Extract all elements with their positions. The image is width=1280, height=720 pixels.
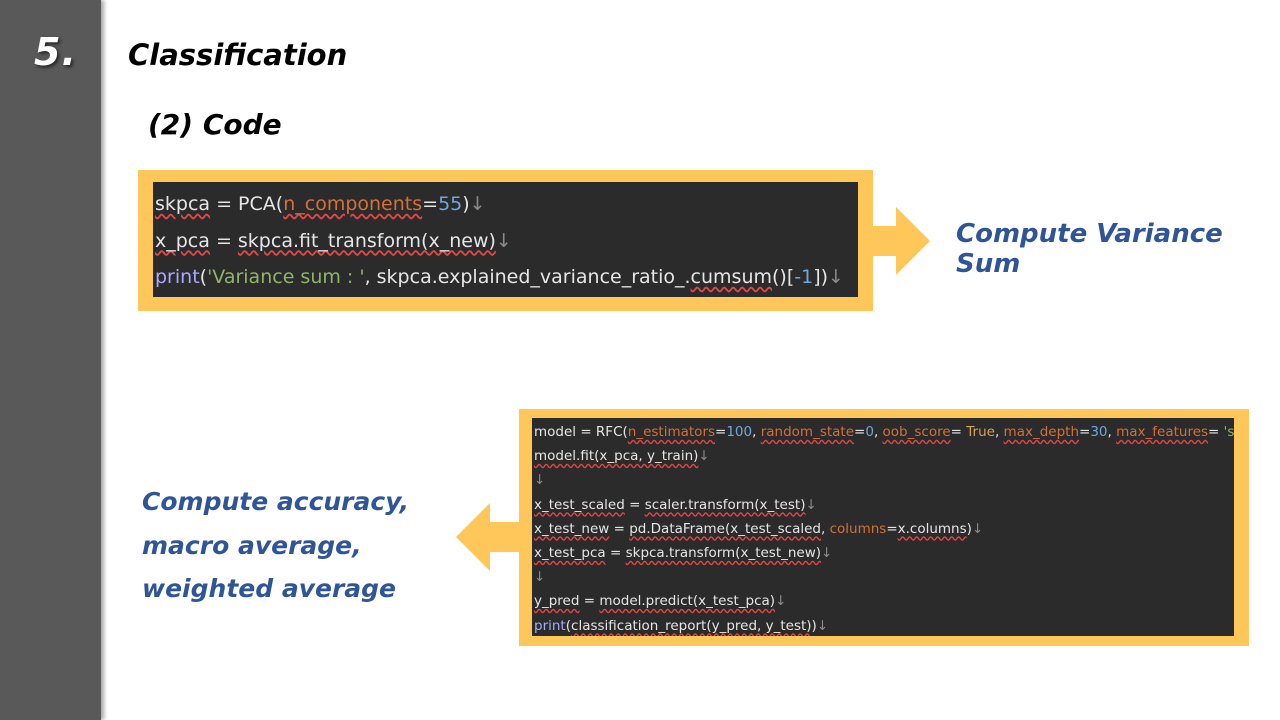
code-token: = PCA( <box>210 193 284 215</box>
slide-subtitle: (2) Code <box>148 108 282 141</box>
code-token: = <box>422 193 439 215</box>
accuracy-label-line: weighted average <box>142 574 396 603</box>
section-number: 5. <box>34 30 77 74</box>
code-token: , <box>821 520 830 537</box>
code-token: ↓ <box>469 193 486 215</box>
code-token: random_state <box>760 424 855 440</box>
code-token: print <box>155 266 200 288</box>
code-token: , skpca.explained_variance_ratio_. <box>364 266 691 288</box>
code-token: , <box>752 424 761 440</box>
code-line: model.fit(x_pca, y_train)↓ <box>532 444 1234 468</box>
code-line: x_test_scaled = scaler.transform(x_test)… <box>532 493 1234 517</box>
code-token: ↓ <box>495 229 512 252</box>
code-token: x_test_scaled <box>534 496 625 513</box>
code-token: skpca <box>155 193 211 215</box>
code-token: , <box>994 424 1004 440</box>
code-token: x_test_new <box>534 520 610 537</box>
code-token: 100 <box>726 424 753 440</box>
code-token: columns <box>829 520 887 537</box>
code-token: 55 <box>438 193 463 215</box>
code-token: print <box>534 617 566 634</box>
accuracy-label: Compute accuracy, macro average, weighte… <box>142 480 409 611</box>
code-token: 'sqrt' <box>1223 424 1234 440</box>
code-token: pd.DataFrame(x_test_scaled <box>629 520 821 537</box>
code-line: ↓ <box>532 468 1234 492</box>
code-token: skpca.transform(x_test_new) <box>625 544 822 561</box>
code-token: 30 <box>1090 424 1108 440</box>
code-token: = <box>624 496 645 513</box>
code-token: -1 <box>794 266 814 288</box>
code-line: x_test_new = pd.DataFrame(x_test_scaled,… <box>532 517 1234 541</box>
code-token: 'Variance sum : ' <box>207 266 365 288</box>
code-token: , <box>873 424 883 440</box>
code-block-model: model = RFC(n_estimators=100, random_sta… <box>532 418 1234 636</box>
code-token: True <box>966 424 995 440</box>
code-block-pca: skpca = PCA(n_components=55)↓ x_pca = skp… <box>153 182 858 297</box>
code-token: y_pred <box>534 593 580 610</box>
code-token: = <box>209 229 238 252</box>
arrow-left-icon <box>456 503 520 571</box>
code-token: n_components <box>283 193 423 215</box>
code-line: x_test_pca = skpca.transform(x_test_new)… <box>532 541 1234 565</box>
code-token: ↓ <box>805 496 817 513</box>
code-token: model.fit(x_pca, y_train) <box>534 448 699 465</box>
code-token: skpca.fit_transform(x_new) <box>237 229 496 252</box>
code-token: n_estimators <box>627 424 716 440</box>
code-token: ) <box>462 193 470 215</box>
arrow-right-icon <box>872 207 930 275</box>
code-token: = <box>715 424 727 440</box>
variance-sum-label: Compute Variance Sum <box>956 219 1223 279</box>
code-line: x_pca = skpca.fit_transform(x_new)↓ <box>153 223 858 260</box>
code-token: x_pca <box>155 229 210 252</box>
code-token: = <box>1079 424 1091 440</box>
code-line: y_pred = model.predict(x_test_pca)↓ <box>532 589 1234 613</box>
code-token: = <box>950 424 967 440</box>
code-token: , <box>1107 424 1117 440</box>
accuracy-label-line: Compute accuracy, <box>142 487 410 516</box>
code-token: x.columns <box>897 520 967 537</box>
code-token: ]) <box>813 266 829 288</box>
code-line: print('Variance sum : ', skpca.explained… <box>153 259 858 296</box>
code-token: ↓ <box>821 544 833 561</box>
accuracy-label-line: macro average, <box>142 530 362 560</box>
code-token: ↓ <box>698 448 710 465</box>
code-token: scaler.transform(x_test) <box>644 496 806 513</box>
code-token: ↓ <box>828 266 844 288</box>
code-token: ↓ <box>534 472 546 489</box>
code-token: ↓ <box>816 617 829 634</box>
code-token: x_test_pca <box>534 544 606 561</box>
code-token: max_depth <box>1003 424 1080 440</box>
code-token: = <box>609 520 630 537</box>
code-token: cumsum <box>690 266 772 288</box>
code-token: ↓ <box>534 569 546 586</box>
code-token: = <box>579 593 600 610</box>
code-token: model.predict(x_test_pca) <box>599 593 776 610</box>
code-token: = <box>854 424 866 440</box>
code-line: model = RFC(n_estimators=100, random_sta… <box>532 420 1234 444</box>
sidebar-bar <box>0 0 101 720</box>
code-line: skpca = PCA(n_components=55)↓ <box>153 186 858 223</box>
code-line: print(classification_report(y_pred, y_te… <box>532 614 1234 637</box>
code-token: oob_score <box>882 424 951 440</box>
code-token: = <box>605 544 626 561</box>
code-token: model = RFC( <box>534 424 628 440</box>
code-token: classification_report(y_pred, y_test) <box>571 617 812 634</box>
code-token: = <box>886 520 898 537</box>
code-token: ()[ <box>772 266 795 288</box>
code-token: = <box>1208 424 1224 440</box>
code-token: ( <box>199 266 208 288</box>
code-token: 0 <box>865 424 874 440</box>
code-token: ↓ <box>971 520 984 537</box>
slide-title: Classification <box>128 38 348 72</box>
code-line: ↓ <box>532 565 1234 589</box>
code-token: ↓ <box>775 593 787 610</box>
code-token: max_features <box>1116 424 1209 440</box>
